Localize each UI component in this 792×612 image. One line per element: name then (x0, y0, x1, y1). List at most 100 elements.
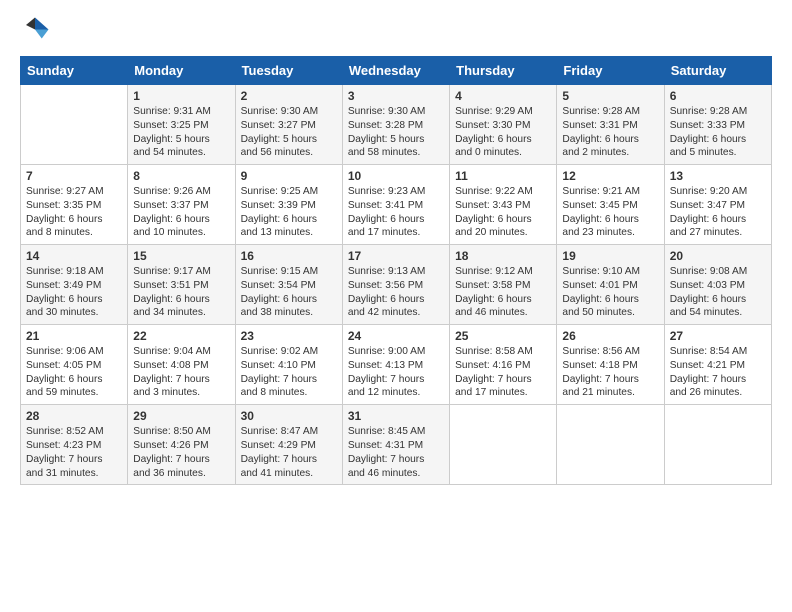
day-cell: 1 Sunrise: 9:31 AM Sunset: 3:25 PM Daylig… (128, 85, 235, 165)
day-cell: 14 Sunrise: 9:18 AM Sunset: 3:49 PM Dayli… (21, 245, 128, 325)
day-content: Sunrise: 9:22 AM Sunset: 3:43 PM Dayligh… (455, 185, 551, 240)
day-number: 13 (670, 169, 766, 183)
day-cell: 11 Sunrise: 9:22 AM Sunset: 3:43 PM Dayli… (450, 165, 557, 245)
day-content: Sunrise: 8:45 AM Sunset: 4:31 PM Dayligh… (348, 425, 444, 480)
day-content: Sunrise: 9:26 AM Sunset: 3:37 PM Dayligh… (133, 185, 229, 240)
day-number: 7 (26, 169, 122, 183)
day-cell: 8 Sunrise: 9:26 AM Sunset: 3:37 PM Daylig… (128, 165, 235, 245)
col-header-sunday: Sunday (21, 57, 128, 85)
week-row-5: 28 Sunrise: 8:52 AM Sunset: 4:23 PM Dayli… (21, 405, 772, 485)
day-content: Sunrise: 9:30 AM Sunset: 3:28 PM Dayligh… (348, 105, 444, 160)
day-number: 25 (455, 329, 551, 343)
day-number: 23 (241, 329, 337, 343)
day-number: 31 (348, 409, 444, 423)
day-content: Sunrise: 9:28 AM Sunset: 3:31 PM Dayligh… (562, 105, 658, 160)
day-number: 30 (241, 409, 337, 423)
day-cell (21, 85, 128, 165)
calendar-container: SundayMondayTuesdayWednesdayThursdayFrid… (0, 0, 792, 501)
logo (20, 16, 54, 46)
day-content: Sunrise: 9:20 AM Sunset: 3:47 PM Dayligh… (670, 185, 766, 240)
day-content: Sunrise: 9:15 AM Sunset: 3:54 PM Dayligh… (241, 265, 337, 320)
header-row: SundayMondayTuesdayWednesdayThursdayFrid… (21, 57, 772, 85)
col-header-saturday: Saturday (664, 57, 771, 85)
day-number: 2 (241, 89, 337, 103)
day-cell: 17 Sunrise: 9:13 AM Sunset: 3:56 PM Dayli… (342, 245, 449, 325)
day-number: 15 (133, 249, 229, 263)
day-content: Sunrise: 9:18 AM Sunset: 3:49 PM Dayligh… (26, 265, 122, 320)
day-content: Sunrise: 9:17 AM Sunset: 3:51 PM Dayligh… (133, 265, 229, 320)
day-number: 28 (26, 409, 122, 423)
day-cell: 16 Sunrise: 9:15 AM Sunset: 3:54 PM Dayli… (235, 245, 342, 325)
day-content: Sunrise: 9:12 AM Sunset: 3:58 PM Dayligh… (455, 265, 551, 320)
day-cell: 25Sunrise: 8:58 AM Sunset: 4:16 PM Dayli… (450, 325, 557, 405)
day-number: 3 (348, 89, 444, 103)
day-number: 20 (670, 249, 766, 263)
day-content: Sunrise: 9:10 AM Sunset: 4:01 PM Dayligh… (562, 265, 658, 320)
day-number: 26 (562, 329, 658, 343)
day-number: 9 (241, 169, 337, 183)
day-cell (450, 405, 557, 485)
day-cell: 24Sunrise: 9:00 AM Sunset: 4:13 PM Dayli… (342, 325, 449, 405)
day-content: Sunrise: 9:08 AM Sunset: 4:03 PM Dayligh… (670, 265, 766, 320)
day-content: Sunrise: 9:23 AM Sunset: 3:41 PM Dayligh… (348, 185, 444, 240)
day-cell: 7 Sunrise: 9:27 AM Sunset: 3:35 PM Daylig… (21, 165, 128, 245)
week-row-3: 14 Sunrise: 9:18 AM Sunset: 3:49 PM Dayli… (21, 245, 772, 325)
logo-icon (20, 16, 50, 46)
day-cell: 23 Sunrise: 9:02 AM Sunset: 4:10 PM Dayli… (235, 325, 342, 405)
calendar-table: SundayMondayTuesdayWednesdayThursdayFrid… (20, 56, 772, 485)
col-header-friday: Friday (557, 57, 664, 85)
col-header-tuesday: Tuesday (235, 57, 342, 85)
day-cell: 2 Sunrise: 9:30 AM Sunset: 3:27 PM Daylig… (235, 85, 342, 165)
day-number: 11 (455, 169, 551, 183)
day-number: 17 (348, 249, 444, 263)
header (20, 16, 772, 46)
day-number: 22 (133, 329, 229, 343)
day-content: Sunrise: 8:47 AM Sunset: 4:29 PM Dayligh… (241, 425, 337, 480)
day-number: 1 (133, 89, 229, 103)
day-number: 21 (26, 329, 122, 343)
day-number: 16 (241, 249, 337, 263)
day-cell: 12Sunrise: 9:21 AM Sunset: 3:45 PM Dayli… (557, 165, 664, 245)
day-cell: 9Sunrise: 9:25 AM Sunset: 3:39 PM Daylig… (235, 165, 342, 245)
day-cell (557, 405, 664, 485)
day-content: Sunrise: 9:02 AM Sunset: 4:10 PM Dayligh… (241, 345, 337, 400)
day-content: Sunrise: 9:27 AM Sunset: 3:35 PM Dayligh… (26, 185, 122, 240)
day-content: Sunrise: 8:50 AM Sunset: 4:26 PM Dayligh… (133, 425, 229, 480)
day-content: Sunrise: 9:06 AM Sunset: 4:05 PM Dayligh… (26, 345, 122, 400)
day-number: 10 (348, 169, 444, 183)
week-row-4: 21 Sunrise: 9:06 AM Sunset: 4:05 PM Dayli… (21, 325, 772, 405)
day-number: 14 (26, 249, 122, 263)
day-content: Sunrise: 8:56 AM Sunset: 4:18 PM Dayligh… (562, 345, 658, 400)
day-cell: 4Sunrise: 9:29 AM Sunset: 3:30 PM Daylig… (450, 85, 557, 165)
day-cell: 19Sunrise: 9:10 AM Sunset: 4:01 PM Dayli… (557, 245, 664, 325)
day-cell: 20 Sunrise: 9:08 AM Sunset: 4:03 PM Dayli… (664, 245, 771, 325)
col-header-thursday: Thursday (450, 57, 557, 85)
day-cell: 18 Sunrise: 9:12 AM Sunset: 3:58 PM Dayli… (450, 245, 557, 325)
day-cell (664, 405, 771, 485)
day-content: Sunrise: 9:31 AM Sunset: 3:25 PM Dayligh… (133, 105, 229, 160)
day-cell: 3 Sunrise: 9:30 AM Sunset: 3:28 PM Daylig… (342, 85, 449, 165)
day-cell: 28 Sunrise: 8:52 AM Sunset: 4:23 PM Dayli… (21, 405, 128, 485)
day-cell: 10 Sunrise: 9:23 AM Sunset: 3:41 PM Dayli… (342, 165, 449, 245)
day-cell: 26 Sunrise: 8:56 AM Sunset: 4:18 PM Dayli… (557, 325, 664, 405)
day-number: 18 (455, 249, 551, 263)
day-cell: 29Sunrise: 8:50 AM Sunset: 4:26 PM Dayli… (128, 405, 235, 485)
col-header-monday: Monday (128, 57, 235, 85)
day-cell: 13 Sunrise: 9:20 AM Sunset: 3:47 PM Dayli… (664, 165, 771, 245)
day-number: 6 (670, 89, 766, 103)
day-content: Sunrise: 8:54 AM Sunset: 4:21 PM Dayligh… (670, 345, 766, 400)
day-content: Sunrise: 9:21 AM Sunset: 3:45 PM Dayligh… (562, 185, 658, 240)
day-number: 8 (133, 169, 229, 183)
day-number: 27 (670, 329, 766, 343)
day-cell: 31 Sunrise: 8:45 AM Sunset: 4:31 PM Dayli… (342, 405, 449, 485)
day-content: Sunrise: 9:13 AM Sunset: 3:56 PM Dayligh… (348, 265, 444, 320)
day-cell: 5Sunrise: 9:28 AM Sunset: 3:31 PM Daylig… (557, 85, 664, 165)
week-row-1: 1 Sunrise: 9:31 AM Sunset: 3:25 PM Daylig… (21, 85, 772, 165)
col-header-wednesday: Wednesday (342, 57, 449, 85)
day-content: Sunrise: 8:52 AM Sunset: 4:23 PM Dayligh… (26, 425, 122, 480)
day-content: Sunrise: 9:00 AM Sunset: 4:13 PM Dayligh… (348, 345, 444, 400)
day-content: Sunrise: 9:30 AM Sunset: 3:27 PM Dayligh… (241, 105, 337, 160)
day-content: Sunrise: 9:04 AM Sunset: 4:08 PM Dayligh… (133, 345, 229, 400)
day-content: Sunrise: 9:28 AM Sunset: 3:33 PM Dayligh… (670, 105, 766, 160)
day-cell: 22 Sunrise: 9:04 AM Sunset: 4:08 PM Dayli… (128, 325, 235, 405)
